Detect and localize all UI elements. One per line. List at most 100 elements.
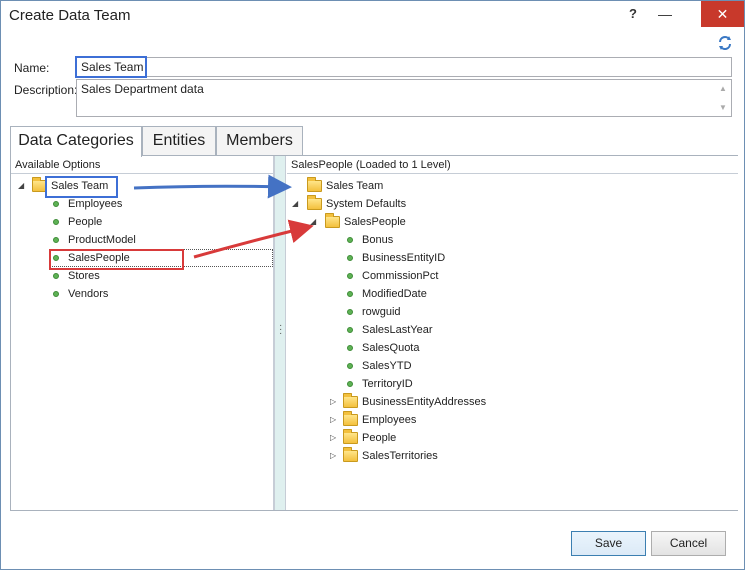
- green-dot-icon: [347, 255, 353, 261]
- tree-node-label: Sales Team: [326, 180, 384, 192]
- save-button[interactable]: Save: [571, 531, 646, 556]
- tree-node-stores[interactable]: Stores: [51, 267, 251, 285]
- tree-node-label: System Defaults: [326, 198, 407, 210]
- data-categories-panel: Available Options ◢ Sales Team Employees…: [10, 155, 738, 511]
- tree-node-label: Sales Team: [51, 180, 109, 192]
- tree-node-productmodel[interactable]: ProductModel: [51, 231, 251, 249]
- green-dot-icon: [347, 363, 353, 369]
- tree-node-label: rowguid: [362, 306, 401, 318]
- folder-open-icon: [325, 213, 340, 228]
- folder-icon: [343, 429, 358, 444]
- green-dot-icon: [53, 273, 59, 279]
- tab-members[interactable]: Members: [216, 126, 303, 156]
- folder-open-icon: [307, 195, 322, 210]
- entity-pane-header: SalesPeople (Loaded to 1 Level): [287, 156, 738, 174]
- tree-node-employees-nav[interactable]: ▷ Employees: [327, 411, 627, 429]
- tree-node-salespeople[interactable]: SalesPeople: [51, 249, 251, 267]
- collapse-arrow-icon[interactable]: ◢: [18, 177, 24, 195]
- tree-node-businessentityaddresses[interactable]: ▷ BusinessEntityAddresses: [327, 393, 627, 411]
- pane-splitter[interactable]: · · ·: [274, 156, 286, 510]
- green-dot-icon: [53, 201, 59, 207]
- tree-node-modifieddate[interactable]: ModifiedDate: [345, 285, 645, 303]
- tree-node-salesquota[interactable]: SalesQuota: [345, 339, 645, 357]
- green-dot-icon: [347, 237, 353, 243]
- tree-node-label: SalesQuota: [362, 342, 420, 354]
- tree-node-label: Bonus: [362, 234, 394, 246]
- dialog-title: Create Data Team: [9, 7, 131, 24]
- folder-open-icon: [32, 177, 47, 192]
- description-scrollbar[interactable]: ▲ ▼: [716, 81, 730, 115]
- tree-node-label: SalesPeople: [68, 252, 130, 264]
- name-field[interactable]: Sales Team: [76, 57, 732, 77]
- tree-node-label: TerritoryID: [362, 378, 413, 390]
- tree-node-label: CommissionPct: [362, 270, 439, 282]
- tree-node-territoryid[interactable]: TerritoryID: [345, 375, 645, 393]
- create-data-team-dialog: Create Data Team ? — ✕ Name: Sales Team …: [0, 0, 745, 570]
- help-button[interactable]: ?: [617, 1, 649, 27]
- expand-arrow-icon[interactable]: ▷: [330, 411, 336, 429]
- tree-node-label: Employees: [362, 414, 417, 426]
- green-dot-icon: [347, 273, 353, 279]
- folder-icon: [343, 393, 358, 408]
- tree-node-label: SalesYTD: [362, 360, 412, 372]
- tree-node-label: BusinessEntityAddresses: [362, 396, 487, 408]
- expand-arrow-icon[interactable]: ▷: [330, 429, 336, 447]
- green-dot-icon: [347, 381, 353, 387]
- green-dot-icon: [347, 327, 353, 333]
- name-label: Name:: [14, 61, 50, 75]
- tab-entities[interactable]: Entities: [142, 126, 216, 156]
- tree-node-employees[interactable]: Employees: [51, 195, 251, 213]
- description-field[interactable]: Sales Department data ▲ ▼: [76, 79, 732, 117]
- available-options-header: Available Options: [11, 156, 273, 174]
- salespeople-entity-pane: SalesPeople (Loaded to 1 Level) Sales Te…: [287, 156, 738, 510]
- tree-node-label: SalesTerritories: [362, 450, 438, 462]
- refresh-icon[interactable]: [717, 35, 733, 51]
- tab-data-categories[interactable]: Data Categories: [10, 126, 142, 157]
- tree-node-salesterritories[interactable]: ▷ SalesTerritories: [327, 447, 627, 465]
- close-button[interactable]: ✕: [701, 1, 744, 27]
- tree-node-saleslastyear[interactable]: SalesLastYear: [345, 321, 645, 339]
- green-dot-icon: [53, 219, 59, 225]
- minimize-button[interactable]: —: [649, 1, 681, 27]
- tree-node-label: SalesPeople: [344, 216, 406, 228]
- green-dot-icon: [347, 291, 353, 297]
- expand-arrow-icon[interactable]: ▷: [330, 447, 336, 465]
- scroll-down-icon[interactable]: ▼: [719, 103, 727, 112]
- name-field-value: Sales Team: [81, 60, 144, 74]
- tree-node-label: People: [68, 216, 103, 228]
- tree-node-people-nav[interactable]: ▷ People: [327, 429, 627, 447]
- green-dot-icon: [347, 309, 353, 315]
- folder-icon: [307, 177, 322, 192]
- cancel-button[interactable]: Cancel: [651, 531, 726, 556]
- tree-node-people[interactable]: People: [51, 213, 251, 231]
- description-label: Description:: [14, 83, 78, 97]
- tree-node-sales-team[interactable]: ◢ Sales Team: [17, 177, 267, 195]
- tree-node-sales-team-folder[interactable]: Sales Team: [305, 177, 605, 195]
- tree-node-commissionpct[interactable]: CommissionPct: [345, 267, 645, 285]
- description-field-value: Sales Department data: [81, 82, 204, 96]
- green-dot-icon: [347, 345, 353, 351]
- collapse-arrow-icon[interactable]: ◢: [292, 195, 298, 213]
- tree-node-rowguid[interactable]: rowguid: [345, 303, 645, 321]
- tree-node-label: SalesLastYear: [362, 324, 433, 336]
- tree-node-label: ModifiedDate: [362, 288, 427, 300]
- tree-node-vendors[interactable]: Vendors: [51, 285, 251, 303]
- splitter-grip-icon[interactable]: · · ·: [279, 321, 282, 339]
- tree-node-salespeople-entity[interactable]: ◢ SalesPeople: [309, 213, 609, 231]
- tree-node-label: ProductModel: [68, 234, 136, 246]
- scroll-up-icon[interactable]: ▲: [719, 84, 727, 93]
- tree-node-label: Employees: [68, 198, 123, 210]
- green-dot-icon: [53, 237, 59, 243]
- tree-node-bonus[interactable]: Bonus: [345, 231, 645, 249]
- expand-arrow-icon[interactable]: ▷: [330, 393, 336, 411]
- green-dot-icon: [53, 255, 59, 261]
- collapse-arrow-icon[interactable]: ◢: [310, 213, 316, 231]
- tree-node-label: People: [362, 432, 397, 444]
- folder-icon: [343, 447, 358, 462]
- title-bar: Create Data Team ? — ✕: [1, 1, 744, 32]
- tree-node-system-defaults[interactable]: ◢ System Defaults: [291, 195, 591, 213]
- tree-node-salesytd[interactable]: SalesYTD: [345, 357, 645, 375]
- tree-node-label: Stores: [68, 270, 100, 282]
- tree-node-businessentityid[interactable]: BusinessEntityID: [345, 249, 645, 267]
- tree-node-label: BusinessEntityID: [362, 252, 446, 264]
